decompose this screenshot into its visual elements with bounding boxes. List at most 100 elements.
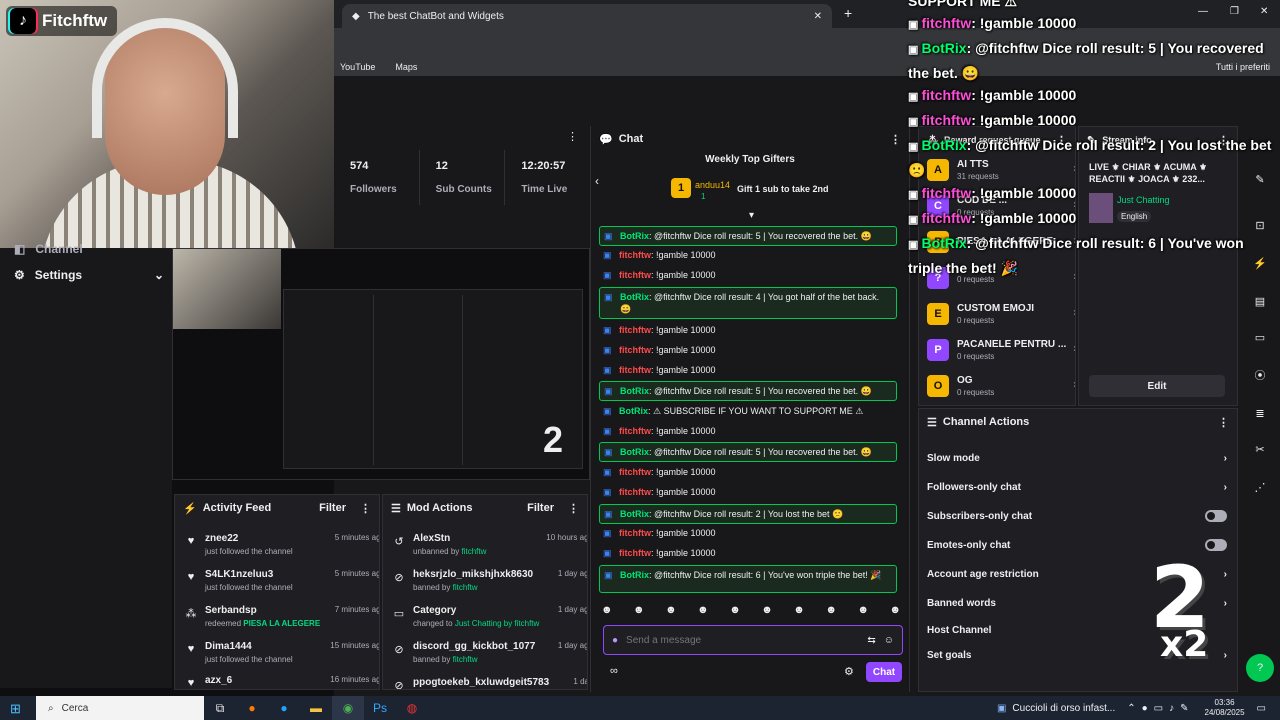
emoji-icon[interactable]: ☺ bbox=[884, 635, 894, 646]
stream-preview[interactable]: 2 bbox=[172, 248, 590, 480]
emote-icon[interactable]: ☻ bbox=[761, 604, 773, 622]
chat-username[interactable]: fitchftw bbox=[619, 467, 651, 477]
bookmark-youtube[interactable]: YouTube bbox=[340, 62, 375, 72]
reward-item[interactable]: A AI TTS 31 requests › bbox=[927, 155, 1075, 185]
taskbar-clock[interactable]: 03:36 24/08/2025 bbox=[1205, 698, 1245, 718]
emote-icon[interactable]: ☻ bbox=[697, 604, 709, 622]
gifter-name[interactable]: anduu14 bbox=[695, 180, 730, 190]
chat-tools-icon[interactable]: ∞ bbox=[610, 665, 618, 677]
toggle-switch[interactable] bbox=[1205, 510, 1227, 522]
news-widget[interactable]: ▣ Cuccioli di orso infast... bbox=[997, 703, 1115, 714]
reward-item[interactable]: P PACANELE PENTRU ... 0 requests › bbox=[927, 335, 1075, 365]
activity-filter-button[interactable]: Filter bbox=[319, 502, 346, 514]
chat-username[interactable]: fitchftw bbox=[619, 325, 651, 335]
reward-item[interactable]: E CUSTOM EMOJI 0 requests › bbox=[927, 299, 1075, 329]
chat-username[interactable]: fitchftw bbox=[619, 426, 651, 436]
chat-menu-icon[interactable]: ⋮ bbox=[890, 133, 901, 146]
edge-icon[interactable]: ● bbox=[268, 696, 300, 720]
clipboard-icon[interactable]: ▤ bbox=[1250, 292, 1270, 312]
bolt-icon: ⚡ bbox=[183, 502, 197, 515]
minimize-icon[interactable]: — bbox=[1198, 6, 1208, 17]
chat-username[interactable]: fitchftw bbox=[619, 548, 651, 558]
mod-menu-icon[interactable]: ⋮ bbox=[568, 502, 579, 515]
chat-username[interactable]: BotRix bbox=[620, 386, 649, 396]
edit-stream-info-button[interactable]: Edit bbox=[1089, 375, 1225, 397]
chat-username[interactable]: fitchftw bbox=[619, 270, 651, 280]
nav-item-channel[interactable]: ◧ Channel bbox=[14, 242, 164, 256]
channel-actions-menu-icon[interactable]: ⋮ bbox=[1218, 416, 1229, 429]
nav-item-settings[interactable]: ⚙ Settings ⌄ bbox=[14, 268, 164, 282]
nodes-icon[interactable]: ⋰ bbox=[1250, 478, 1270, 498]
channel-actions-header: ☰ Channel Actions ⋮ bbox=[919, 409, 1237, 435]
emote-icon[interactable]: ☻ bbox=[633, 604, 645, 622]
chat-username[interactable]: BotRix bbox=[620, 231, 649, 241]
new-tab-icon[interactable]: + bbox=[844, 5, 852, 21]
pencil-icon[interactable]: ✎ bbox=[1250, 170, 1270, 190]
chat-username[interactable]: BotRix bbox=[620, 570, 649, 580]
activity-menu-icon[interactable]: ⋮ bbox=[360, 502, 371, 515]
chrome-icon[interactable]: ◉ bbox=[332, 696, 364, 720]
mic-icon[interactable]: ● bbox=[612, 635, 618, 646]
tab-close-icon[interactable]: ✕ bbox=[814, 11, 822, 22]
mod-filter-button[interactable]: Filter bbox=[527, 502, 554, 514]
bolt-icon[interactable]: ⚡ bbox=[1250, 254, 1270, 274]
firefox-icon[interactable]: ● bbox=[236, 696, 268, 720]
chat-username[interactable]: fitchftw bbox=[619, 487, 651, 497]
chat-username[interactable]: BotRix bbox=[620, 292, 649, 302]
reward-item[interactable]: O OG 0 requests › bbox=[927, 371, 1075, 401]
folder-icon[interactable]: ▬ bbox=[300, 696, 332, 720]
emote-icon[interactable]: ☻ bbox=[825, 604, 837, 622]
translate-icon[interactable]: ⇆ bbox=[867, 635, 875, 646]
chat-settings-gear-icon[interactable]: ⚙ bbox=[844, 665, 854, 678]
camera-icon[interactable]: ⊡ bbox=[1250, 216, 1270, 236]
system-tray-icons[interactable]: ⌃●▭♪✎ bbox=[1127, 703, 1194, 714]
chat-username[interactable]: BotRix bbox=[619, 406, 648, 416]
chat-username[interactable]: fitchftw bbox=[619, 250, 651, 260]
obs-icon[interactable]: ◍ bbox=[396, 696, 428, 720]
chat-icon[interactable]: ▭ bbox=[1250, 328, 1270, 348]
emote-icon[interactable]: ☻ bbox=[665, 604, 677, 622]
reward-item[interactable]: C COD DE ... 0 requests › bbox=[927, 191, 1075, 221]
broadcast-icon[interactable]: ⦿ bbox=[1250, 366, 1270, 386]
address-bar[interactable] bbox=[334, 28, 1280, 58]
emote-icon[interactable]: ☻ bbox=[729, 604, 741, 622]
chat-message-input[interactable] bbox=[626, 634, 860, 646]
emote-icon[interactable]: ☻ bbox=[793, 604, 805, 622]
photoshop-icon[interactable]: Ps bbox=[364, 696, 396, 720]
close-window-icon[interactable]: ✕ bbox=[1260, 6, 1268, 17]
notification-icon[interactable]: ▭ bbox=[1257, 703, 1266, 714]
chevron-left-icon[interactable]: ‹ bbox=[595, 174, 599, 188]
maximize-icon[interactable]: ❐ bbox=[1230, 6, 1239, 17]
chat-input-box[interactable]: ● ⇆ ☺ bbox=[603, 625, 903, 655]
emote-icon[interactable]: ☻ bbox=[601, 604, 613, 622]
task-view-icon[interactable]: ⧉ bbox=[204, 696, 236, 720]
stream-info-menu-icon[interactable]: ⋮ bbox=[1218, 134, 1229, 147]
reward-menu-icon[interactable]: ⋮ bbox=[1056, 134, 1067, 147]
chat-username[interactable]: BotRix bbox=[620, 447, 649, 457]
stream-category[interactable]: Just Chatting bbox=[1117, 195, 1170, 205]
channel-action-item[interactable]: Slow mode › bbox=[927, 449, 1227, 467]
wrench-icon[interactable]: ✂ bbox=[1250, 440, 1270, 460]
browser-tab-active[interactable]: ◆ The best ChatBot and Widgets ✕ bbox=[342, 4, 832, 28]
pin-icon[interactable]: ▾ bbox=[749, 210, 754, 221]
stats-menu-icon[interactable]: ⋮ bbox=[567, 130, 578, 143]
chat-username[interactable]: fitchftw bbox=[619, 528, 651, 538]
stack-icon[interactable]: ≣ bbox=[1250, 404, 1270, 424]
bookmark-maps[interactable]: Maps bbox=[395, 62, 417, 72]
reward-item[interactable]: P PIESA LA ALEGERE › bbox=[927, 227, 1075, 257]
chat-username[interactable]: fitchftw bbox=[619, 345, 651, 355]
bookmark-all[interactable]: Tutti i preferiti bbox=[1216, 62, 1270, 72]
taskbar-search[interactable]: ⌕ Cerca bbox=[36, 696, 204, 720]
chat-username[interactable]: BotRix bbox=[620, 509, 649, 519]
emote-icon[interactable]: ☻ bbox=[857, 604, 869, 622]
support-icon[interactable]: ? bbox=[1246, 654, 1274, 682]
mod-row: ↺ AlexStn unbanned by fitchftw 10 hours a… bbox=[394, 533, 587, 556]
channel-action-item[interactable]: Followers-only chat › bbox=[927, 478, 1227, 496]
chat-send-button[interactable]: Chat bbox=[866, 662, 902, 682]
reward-item[interactable]: ? 0 requests › bbox=[927, 263, 1075, 293]
windows-start-icon[interactable]: ⊞ bbox=[10, 701, 21, 717]
emote-icon[interactable]: ☻ bbox=[889, 604, 901, 622]
channel-action-item[interactable]: Subscribers-only chat bbox=[927, 507, 1227, 525]
chat-username[interactable]: fitchftw bbox=[619, 365, 651, 375]
gift-cta[interactable]: Gift 1 sub to take 2nd bbox=[737, 184, 829, 194]
